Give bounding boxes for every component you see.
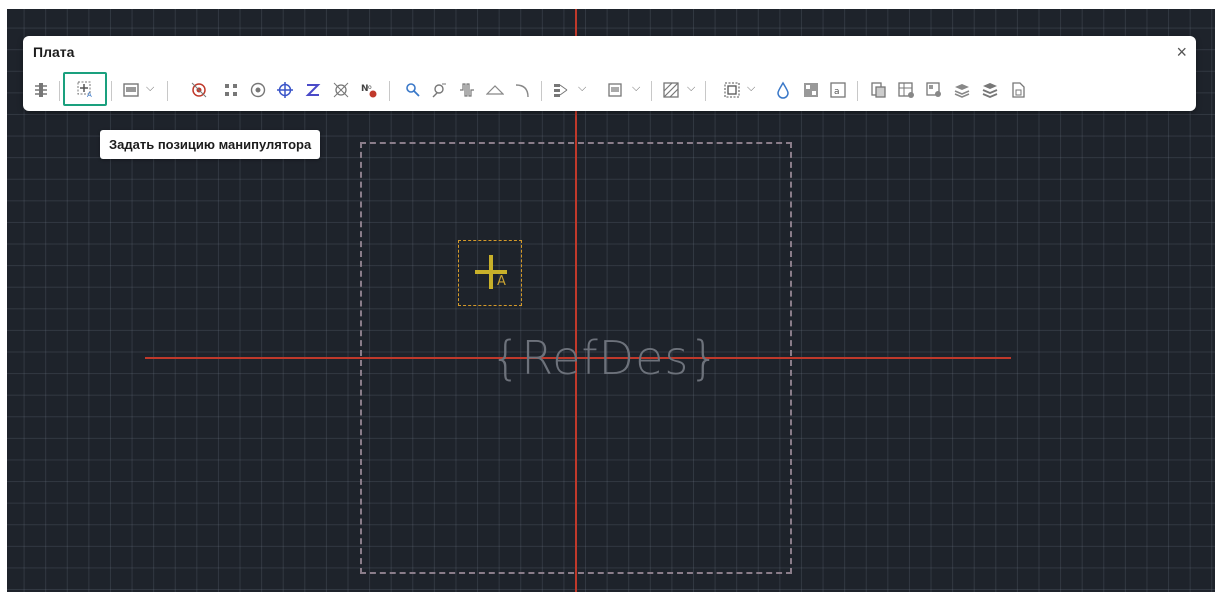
copy-layers-icon[interactable]: [866, 77, 890, 103]
table-icon[interactable]: [894, 77, 918, 103]
toolbar-separator: [541, 81, 542, 101]
svg-text:o: o: [368, 84, 372, 91]
zoom-search-icon[interactable]: [401, 77, 425, 103]
chevron-down-icon[interactable]: ⌵: [687, 82, 695, 95]
grid-pads-icon[interactable]: [219, 77, 243, 103]
chevron-down-icon[interactable]: ⌵: [578, 82, 586, 95]
svg-text:A: A: [87, 91, 92, 98]
toolbar-separator: [651, 81, 652, 101]
layers-alt-icon[interactable]: [978, 77, 1002, 103]
set-manipulator-position-icon: A: [77, 81, 92, 98]
chevron-down-icon[interactable]: ⌵: [146, 82, 154, 95]
board-frame-icon[interactable]: [119, 77, 143, 103]
toolbar: A ⌵ No ⌵ ⌵ ⌵ ⌵ a: [23, 72, 1196, 106]
close-icon[interactable]: ×: [1176, 42, 1187, 63]
board-panel: Плата × A ⌵ N o ⌵ ⌵ ⌵ ⌵ a: [23, 36, 1196, 111]
arc-icon[interactable]: [511, 77, 535, 103]
crosshair-icon[interactable]: [273, 77, 297, 103]
refdes-label: {RefDes}: [491, 331, 720, 385]
toolbar-separator: [857, 81, 858, 101]
arc-triangle-icon[interactable]: [483, 77, 507, 103]
origin-cross-vertical: [489, 255, 493, 289]
footprint-icon[interactable]: [603, 77, 627, 103]
tooltip: Задать позицию манипулятора: [100, 130, 321, 159]
set-manipulator-position-button[interactable]: A: [63, 72, 107, 106]
chevron-down-icon[interactable]: ⌵: [632, 82, 640, 95]
route-icon[interactable]: [301, 77, 325, 103]
component-pins-icon[interactable]: [29, 77, 53, 103]
origin-marker[interactable]: A: [458, 240, 522, 306]
toolbar-separator: [59, 81, 60, 101]
autoplace-icon[interactable]: [329, 77, 353, 103]
panel-title: Плата: [33, 44, 75, 60]
toolbar-separator: [111, 81, 112, 101]
layers-icon[interactable]: [950, 77, 974, 103]
origin-letter: A: [497, 274, 506, 289]
components-add-icon[interactable]: [922, 77, 946, 103]
text-frame-icon[interactable]: a: [826, 77, 850, 103]
via-icon[interactable]: [246, 77, 270, 103]
drop-icon[interactable]: [771, 77, 795, 103]
toolbar-separator: [389, 81, 390, 101]
document-icon[interactable]: [1006, 77, 1030, 103]
toolbar-separator: [167, 81, 168, 101]
target-point-icon[interactable]: [187, 77, 211, 103]
toolbar-separator: [705, 81, 706, 101]
trace-tune-icon[interactable]: [455, 77, 479, 103]
svg-text:a: a: [834, 87, 840, 97]
hatch-fill-icon[interactable]: [659, 77, 683, 103]
numbering-icon[interactable]: No: [357, 77, 381, 103]
measure-icon[interactable]: [428, 77, 452, 103]
layer-stack-icon[interactable]: [549, 77, 573, 103]
qr-icon[interactable]: [799, 77, 823, 103]
keepout-area-icon[interactable]: [720, 77, 744, 103]
chevron-down-icon[interactable]: ⌵: [747, 82, 755, 95]
